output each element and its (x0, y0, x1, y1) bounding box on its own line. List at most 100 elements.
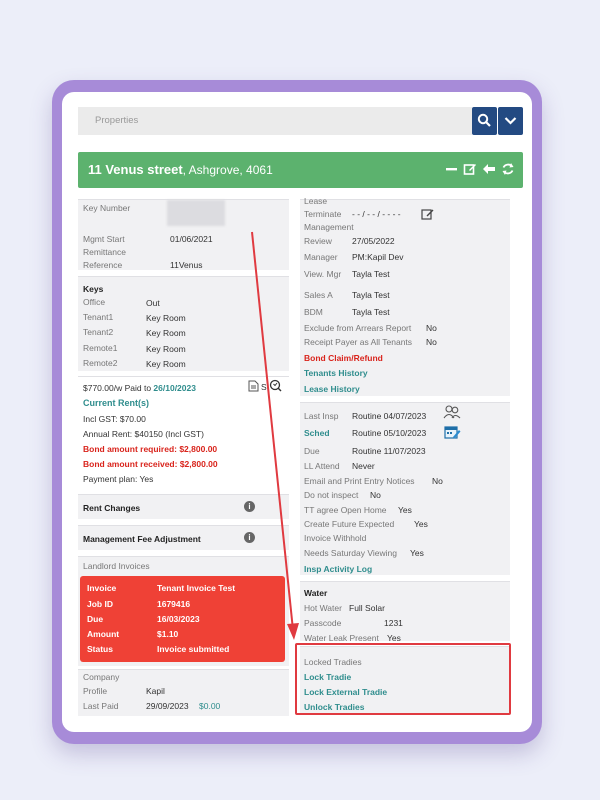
landlord-invoices-title: Landlord Invoices (83, 561, 150, 571)
job-id-value: 1679416 (157, 599, 191, 609)
bond-required: Bond amount required: $2,800.00 (83, 444, 218, 454)
keys-row-label: Tenant2 (83, 327, 114, 337)
search-button[interactable] (472, 107, 497, 135)
last-insp-value: Routine 04/07/2023 (352, 411, 427, 421)
dropdown-button[interactable] (498, 107, 523, 135)
last-paid-value: 29/09/2023 (146, 701, 189, 711)
redacted-key-number (167, 200, 225, 226)
profile-value: Kapil (146, 686, 165, 696)
terminate-label: Terminate (304, 209, 342, 219)
calendar-icon[interactable] (444, 424, 461, 440)
ll-attend-value: Never (352, 461, 375, 471)
mgmt-start-value: 01/06/2021 (170, 234, 213, 244)
status-label: Status (87, 644, 113, 654)
lease-label: Lease (304, 196, 328, 206)
sched-value: Routine 05/10/2023 (352, 428, 427, 438)
keys-row-value: Out (146, 298, 160, 308)
keys-row-value: Key Room (146, 359, 186, 369)
invoice-label: Invoice (87, 583, 117, 593)
water-title: Water (304, 588, 328, 598)
payment-plan: Payment plan: Yes (83, 474, 154, 484)
invoice-card[interactable]: Invoice Tenant Invoice Test Job ID 16794… (80, 576, 285, 662)
keys-panel (78, 276, 289, 371)
rent-paid-to: $770.00/w Paid to 26/10/2023 (83, 383, 196, 393)
annual-rent: Annual Rent: $40150 (Incl GST) (83, 429, 204, 439)
chevron-down-icon (504, 117, 517, 125)
tt-agree-value: Yes (398, 505, 412, 515)
search-input[interactable]: Properties (78, 107, 472, 135)
reference-label: Reference (83, 260, 123, 270)
mgmt-start-label: Mgmt Start (83, 234, 125, 244)
rent-changes-label[interactable]: Rent Changes (83, 503, 140, 513)
property-title-bar: 11 Venus street, Ashgrove, 4061 (78, 152, 523, 188)
s-label: S (261, 382, 267, 392)
status-value: Invoice submitted (157, 644, 230, 654)
review-value: 27/05/2022 (352, 236, 395, 246)
invoice-withhold-label: Invoice Withhold (304, 533, 367, 543)
bdm-label: BDM (304, 307, 323, 317)
saturday-viewing-value: Yes (410, 548, 424, 558)
job-id-label: Job ID (87, 599, 113, 609)
bond-claim-link[interactable]: Bond Claim/Refund (304, 353, 383, 363)
due-label: Due (87, 614, 104, 624)
tenants-history-link[interactable]: Tenants History (304, 368, 368, 378)
keys-row-label: Office (83, 297, 106, 307)
people-search-icon[interactable] (443, 404, 461, 420)
search-icon (477, 113, 491, 127)
company-title: Company (83, 672, 120, 682)
page-title: 11 Venus street, Ashgrove, 4061 (88, 162, 273, 177)
do-not-inspect-label: Do not inspect (304, 490, 359, 500)
last-insp-label: Last Insp (304, 411, 339, 421)
receipt-payer-label: Receipt Payer as All Tenants (304, 337, 413, 347)
app-window: Properties 11 Venus street, Ashgrove, 40… (62, 92, 532, 732)
water-leak-value: Yes (387, 633, 401, 643)
terminate-value: - - / - - / - - - - (352, 209, 401, 219)
management-label: Management (304, 222, 354, 232)
keys-row-value: Key Room (146, 344, 186, 354)
bdm-value: Tayla Test (352, 307, 390, 317)
view-mgr-value: Tayla Test (352, 269, 390, 279)
manager-label: Manager (304, 252, 338, 262)
manager-value: PM:Kapil Dev (352, 252, 404, 262)
search-history-icon[interactable] (269, 379, 282, 392)
tt-agree-label: TT agree Open Home (304, 505, 387, 515)
invoice-value: Tenant Invoice Test (157, 583, 236, 593)
amount-value: $1.10 (157, 629, 179, 639)
refresh-icon[interactable] (501, 162, 515, 176)
view-mgr-label: View. Mgr (304, 269, 342, 279)
back-arrow-icon[interactable] (482, 162, 496, 176)
due-label: Due (304, 446, 320, 456)
info-icon[interactable]: i (244, 532, 255, 543)
highlight-box (295, 643, 511, 715)
amount-label: Amount (87, 629, 120, 639)
receipt-payer-value: No (426, 337, 437, 347)
mgmt-fee-label[interactable]: Management Fee Adjustment (83, 534, 201, 544)
email-print-label: Email and Print Entry Notices (304, 476, 415, 486)
saturday-viewing-label: Needs Saturday Viewing (304, 548, 397, 558)
document-icon[interactable] (248, 380, 259, 392)
sales-a-value: Tayla Test (352, 290, 390, 300)
lease-history-link[interactable]: Lease History (304, 384, 360, 394)
rent-paid-date[interactable]: 26/10/2023 (153, 383, 196, 393)
due-value: Routine 11/07/2023 (352, 446, 426, 456)
sched-label[interactable]: Sched (304, 428, 330, 438)
keys-row-value: Key Room (146, 328, 186, 338)
keys-row-label: Remote2 (83, 358, 118, 368)
info-icon[interactable]: i (244, 501, 255, 512)
ll-attend-label: LL Attend (304, 461, 340, 471)
due-value: 16/03/2023 (157, 614, 200, 624)
minimize-icon[interactable] (445, 162, 458, 176)
property-suburb: , Ashgrove, 4061 (182, 163, 273, 177)
last-paid-label: Last Paid (83, 701, 119, 711)
create-future-label: Create Future Expected (304, 519, 395, 529)
last-paid-amount: $0.00 (199, 701, 221, 711)
exclude-arrears-label: Exclude from Arrears Report (304, 323, 412, 333)
remittance-label: Remittance (83, 247, 126, 257)
edit-icon[interactable] (421, 207, 434, 220)
review-label: Review (304, 236, 332, 246)
insp-activity-log-link[interactable]: Insp Activity Log (304, 564, 372, 574)
current-rents-link[interactable]: Current Rent(s) (83, 398, 149, 408)
keys-row-value: Key Room (146, 313, 186, 323)
edit-icon[interactable] (463, 162, 477, 176)
keys-row-label: Tenant1 (83, 312, 114, 322)
